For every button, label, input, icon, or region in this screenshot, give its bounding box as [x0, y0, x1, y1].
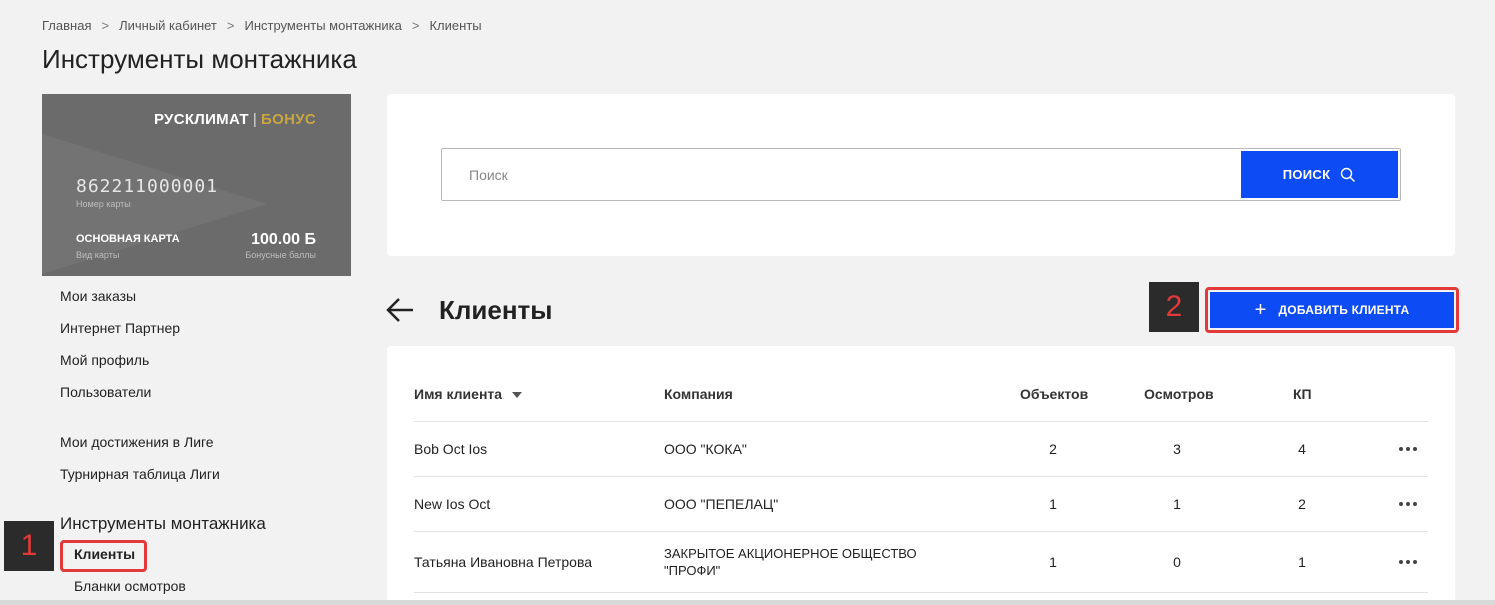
breadcrumb-separator: > — [226, 18, 235, 33]
card-points-label: Бонусные баллы — [245, 250, 316, 260]
sidebar-item-profile[interactable]: Мой профиль — [60, 352, 149, 368]
more-horizontal-icon[interactable] — [1397, 557, 1419, 567]
search-button[interactable]: ПОИСК — [1241, 151, 1398, 198]
row-1-kp: 4 — [1298, 441, 1306, 457]
row-1-inspections: 3 — [1173, 441, 1181, 457]
clients-title: Клиенты — [439, 295, 553, 325]
row-2-inspections: 1 — [1173, 496, 1181, 512]
row-3-name[interactable]: Татьяна Ивановна Петрова — [414, 554, 592, 570]
sidebar-item-league-table[interactable]: Турнирная таблица Лиги — [60, 466, 220, 482]
search-input[interactable] — [443, 150, 1238, 199]
row-divider — [414, 531, 1428, 532]
card-points: 100.00 Б — [251, 231, 316, 248]
row-2-objects: 1 — [1049, 496, 1057, 512]
column-header-objects: Объектов — [1020, 386, 1089, 402]
sidebar-section-tools[interactable]: Инструменты монтажника — [60, 514, 266, 534]
bonus-card-brand: РУСКЛИМАТ | БОНУС — [154, 111, 316, 128]
arrow-left-icon[interactable] — [386, 297, 414, 323]
column-header-name-label: Имя клиента — [414, 386, 503, 402]
clients-table: Имя клиента Компания Объектов Осмотров К… — [387, 346, 1455, 605]
breadcrumb-separator: > — [411, 18, 420, 33]
caret-down-icon[interactable] — [512, 392, 523, 399]
row-3-inspections: 0 — [1173, 554, 1181, 570]
row-3-company-line2: "ПРОФИ" — [664, 563, 721, 578]
card-type-label: Вид карты — [76, 250, 120, 260]
sidebar-item-internet-partner[interactable]: Интернет Партнер — [60, 320, 180, 336]
breadcrumb-home[interactable]: Главная — [42, 18, 91, 33]
row-2-kp: 2 — [1298, 496, 1306, 512]
search-button-label: ПОИСК — [1282, 167, 1331, 182]
row-2-name[interactable]: New Ios Oct — [414, 496, 490, 512]
breadcrumb-current: Клиенты — [429, 18, 482, 33]
column-header-company: Компания — [664, 386, 733, 402]
page-title: Инструменты монтажника — [42, 44, 357, 74]
breadcrumb-tools[interactable]: Инструменты монтажника — [244, 18, 401, 33]
more-horizontal-icon[interactable] — [1397, 499, 1419, 509]
row-1-company: ООО "КОКА" — [664, 441, 747, 457]
sidebar-item-achievements[interactable]: Мои достижения в Лиге — [60, 434, 214, 450]
step-marker-2: 2 — [1149, 282, 1199, 332]
row-3-kp: 1 — [1298, 554, 1306, 570]
row-3-objects: 1 — [1049, 554, 1057, 570]
row-divider — [414, 592, 1428, 593]
column-header-kp: КП — [1293, 386, 1312, 402]
brand-main: РУСКЛИМАТ — [153, 111, 249, 128]
breadcrumb-account[interactable]: Личный кабинет — [119, 18, 217, 33]
column-header-inspections: Осмотров — [1144, 386, 1214, 402]
sidebar-item-users[interactable]: Пользователи — [60, 384, 151, 400]
brand-accent: БОНУС — [261, 111, 316, 128]
search-panel: ПОИСК — [387, 94, 1455, 256]
row-divider — [414, 476, 1428, 477]
highlight-add-client — [1205, 287, 1459, 333]
search-icon — [1341, 167, 1356, 182]
brand-separator: | — [252, 111, 258, 128]
more-horizontal-icon[interactable] — [1397, 444, 1419, 454]
sidebar-item-orders[interactable]: Мои заказы — [60, 288, 136, 304]
sidebar-item-inspection-forms[interactable]: Бланки осмотров — [74, 578, 186, 594]
row-1-name[interactable]: Bob Oct Ios — [414, 441, 487, 457]
row-2-company: ООО "ПЕПЕЛАЦ" — [664, 496, 779, 512]
row-1-objects: 2 — [1049, 441, 1057, 457]
card-type: ОСНОВНАЯ КАРТА — [76, 233, 180, 245]
card-number: 862211000001 — [76, 176, 219, 197]
highlight-clients — [60, 540, 147, 572]
row-3-company-line1: ЗАКРЫТОЕ АКЦИОНЕРНОЕ ОБЩЕСТВО — [664, 546, 917, 561]
bonus-card: РУСКЛИМАТ | БОНУС 862211000001 Номер карты… — [42, 94, 351, 276]
horizontal-scrollbar[interactable] — [0, 600, 1495, 605]
card-number-label: Номер карты — [76, 199, 131, 209]
column-header-name[interactable]: Имя клиента — [414, 386, 523, 402]
breadcrumb-separator: > — [101, 18, 110, 33]
search-box: ПОИСК — [441, 148, 1401, 201]
step-marker-1: 1 — [4, 521, 54, 571]
row-divider — [414, 421, 1428, 422]
breadcrumb: Главная > Личный кабинет > Инструменты м… — [42, 18, 482, 33]
